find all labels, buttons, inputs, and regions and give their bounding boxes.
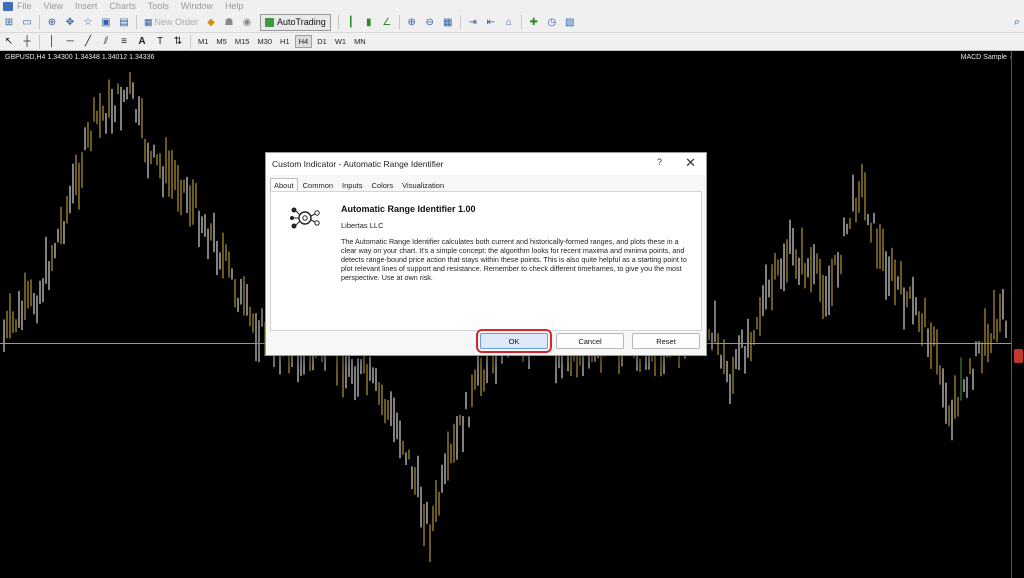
expert-advisor-label: MACD Sample ☺ (960, 54, 1016, 61)
app-icon (3, 1, 13, 11)
toolbar-separator (136, 15, 137, 29)
fibonacci-icon[interactable]: ≡ (116, 35, 132, 49)
timeframe-mn[interactable]: MN (351, 36, 369, 47)
standard-toolbar: ⊞ ▭ ⊕ ✥ ☆ ▣ ▤ ▦ New Order ◆ ☗ ◉ AutoTradi… (0, 12, 1024, 33)
market-watch-icon[interactable]: ⊕ (44, 15, 60, 29)
timeframe-m5[interactable]: M5 (213, 36, 229, 47)
terminal-icon[interactable]: ▣ (98, 15, 114, 29)
autoscroll-icon[interactable]: ⇥ (465, 15, 481, 29)
toolbar-separator (520, 15, 522, 29)
chart-shift-icon[interactable]: ⇤ (483, 15, 499, 29)
metaeditor-icon[interactable]: ◆ (203, 15, 219, 29)
text-label-icon[interactable]: T (152, 35, 168, 49)
autotrading-label: AutoTrading (277, 17, 326, 27)
dialog-title: Custom Indicator - Automatic Range Ident… (272, 159, 444, 169)
arrows-icon[interactable]: ⇅ (170, 35, 186, 49)
menu-file[interactable]: File (17, 1, 32, 11)
toolbar-separator (39, 34, 40, 49)
menu-bar: File View Insert Charts Tools Window Hel… (0, 0, 1024, 12)
menu-charts[interactable]: Charts (109, 1, 136, 11)
toolbar-separator (459, 15, 461, 29)
menu-help[interactable]: Help (225, 1, 244, 11)
ok-button[interactable]: OK (476, 329, 552, 353)
indicator-name: Automatic Range Identifier 1.00 (341, 204, 476, 214)
templates-icon[interactable]: ▧ (562, 15, 578, 29)
indicators-icon[interactable]: ✚ (526, 15, 542, 29)
timeframe-w1[interactable]: W1 (332, 36, 349, 47)
toolbar-separator (190, 34, 191, 49)
profiles-icon[interactable]: ▭ (19, 15, 35, 29)
new-order-icon: ▦ (144, 16, 153, 27)
timeframe-h4[interactable]: H4 (294, 35, 313, 48)
crosshair-icon[interactable]: ┼ (19, 35, 35, 49)
reset-button[interactable]: Reset (632, 333, 700, 349)
horizontal-line-icon[interactable]: ─ (62, 35, 78, 49)
tile-windows-icon[interactable]: ▦ (440, 15, 456, 29)
new-order-label: New Order (154, 17, 199, 27)
close-icon[interactable]: ✕ (685, 155, 696, 171)
bar-chart-icon[interactable]: ┃ (343, 15, 359, 29)
signals-icon[interactable]: ☗ (221, 15, 237, 29)
vertical-line-icon[interactable]: │ (44, 35, 60, 49)
custom-indicator-dialog: Custom Indicator - Automatic Range Ident… (265, 152, 707, 356)
help-button[interactable]: ? (657, 157, 662, 167)
timeframe-m1[interactable]: M1 (195, 36, 211, 47)
equidistant-channel-icon[interactable]: ⫽ (98, 35, 114, 49)
vps-icon[interactable]: ◉ (239, 15, 255, 29)
text-icon[interactable]: A (134, 35, 150, 49)
strategy-tester-icon[interactable]: ▤ (116, 15, 132, 29)
zoom-out-icon[interactable]: ⊖ (422, 15, 438, 29)
navigator-icon[interactable]: ☆ (80, 15, 96, 29)
trendline-icon[interactable]: ╱ (80, 35, 96, 49)
search-icon[interactable]: ⌕ (1014, 16, 1020, 29)
toolbar-separator (39, 15, 40, 29)
drawing-toolbar: ↖ ┼ │ ─ ╱ ⫽ ≡ A T ⇅ M1 M5 M15 M30 H1 H4 … (0, 33, 1024, 51)
price-marker (1014, 349, 1023, 363)
menu-window[interactable]: Window (181, 1, 213, 11)
dialog-buttons: OK Cancel Reset (472, 329, 700, 353)
about-panel: Automatic Range Identifier 1.00 Libertas… (270, 191, 702, 331)
chart-symbol-info: GBPUSD,H4 1.34300 1.34348 1.34012 1.3433… (5, 54, 155, 61)
autotrading-button[interactable]: AutoTrading (260, 13, 331, 31)
chart-properties-icon[interactable]: ⌂ (501, 15, 517, 29)
price-scale[interactable] (1011, 51, 1024, 578)
periods-icon[interactable]: ◷ (544, 15, 560, 29)
zoom-in-icon[interactable]: ⊕ (404, 15, 420, 29)
indicator-logo-icon (290, 207, 320, 229)
new-order-button[interactable]: ▦ New Order (144, 17, 198, 28)
candlestick-icon[interactable]: ▮ (361, 15, 377, 29)
timeframe-d1[interactable]: D1 (314, 36, 330, 47)
cursor-icon[interactable]: ↖ (1, 35, 17, 49)
data-window-icon[interactable]: ✥ (62, 15, 78, 29)
menu-view[interactable]: View (44, 1, 63, 11)
toolbar-separator (337, 15, 339, 29)
new-chart-icon[interactable]: ⊞ (1, 15, 17, 29)
indicator-author: Libertas LLC (341, 221, 384, 230)
dialog-titlebar[interactable]: Custom Indicator - Automatic Range Ident… (266, 153, 706, 175)
toolbar-separator (398, 15, 400, 29)
menu-tools[interactable]: Tools (148, 1, 169, 11)
timeframe-h1[interactable]: H1 (277, 36, 293, 47)
autotrading-icon (265, 17, 275, 27)
cancel-button[interactable]: Cancel (556, 333, 624, 349)
indicator-description: The Automatic Range Identifier calculate… (341, 237, 687, 282)
menu-insert[interactable]: Insert (75, 1, 98, 11)
line-chart-icon[interactable]: ∠ (379, 15, 395, 29)
timeframe-m15[interactable]: M15 (232, 36, 253, 47)
timeframe-m30[interactable]: M30 (254, 36, 275, 47)
